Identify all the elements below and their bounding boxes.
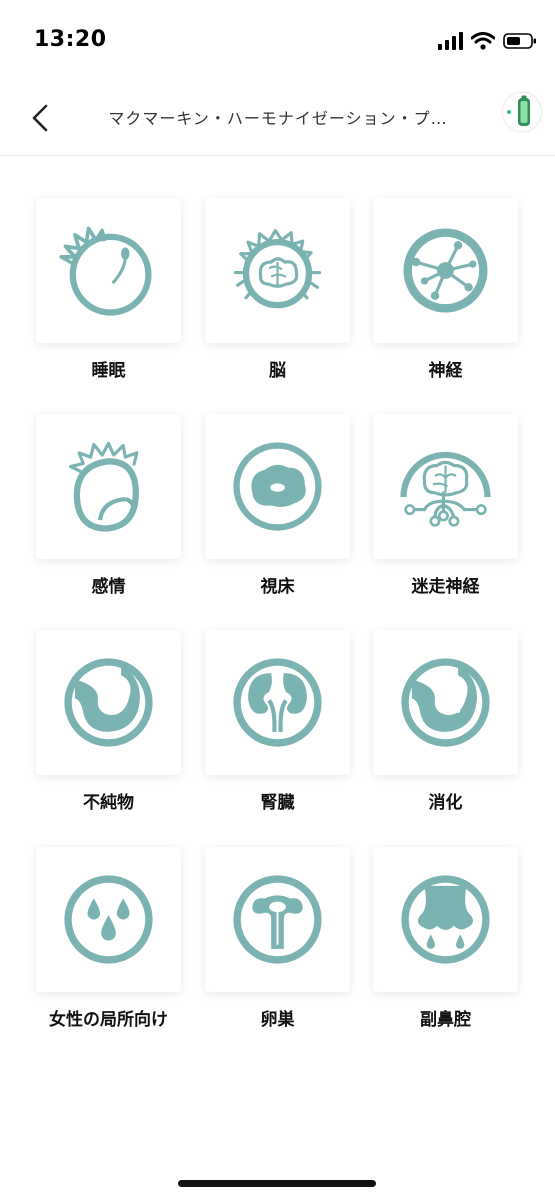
program-tile-emotion[interactable] [36,414,181,559]
page-title: マクマーキン・ハーモナイゼーション・プ… [108,109,448,128]
program-tile-brain[interactable] [205,198,350,343]
program-label-impurities: 不純物 [83,793,134,813]
program-label-ovary: 卵巣 [260,1010,295,1030]
device-battery-button[interactable] [503,93,541,131]
program-tile-vagus-nerve[interactable] [373,414,518,559]
status-bar: 13:20 [0,0,555,80]
program-tile-kidney[interactable] [205,630,350,775]
battery-icon [503,33,536,49]
status-time: 13:20 [34,27,107,52]
program-tile-sinus[interactable] [373,847,518,992]
program-label-thalamus: 視床 [260,577,295,597]
thalamus-icon [233,442,322,531]
program-tile-sleep[interactable] [36,198,181,343]
digestion-icon [401,658,490,747]
wifi-icon [471,32,495,50]
chevron-left-icon [32,104,48,132]
program-tile-digestion[interactable] [373,630,518,775]
vagus-nerve-icon [400,451,491,527]
sinus-icon [401,875,490,964]
program-label-vagus-nerve: 迷走神経 [411,577,480,597]
program-tile-impurities[interactable] [36,630,181,775]
cellular-signal-icon [438,32,463,50]
program-label-digestion: 消化 [428,793,463,813]
feminine-care-icon [64,875,153,964]
sleep-icon [59,226,152,316]
device-battery-icon [507,95,530,126]
navigation-bar: マクマーキン・ハーモナイゼーション・プ… [0,80,555,156]
program-label-sinus: 副鼻腔 [420,1010,471,1030]
brain-icon [233,229,322,309]
kidney-icon [233,658,322,747]
program-label-brain: 脳 [269,361,286,381]
status-icons [437,30,537,52]
emotion-icon [69,441,139,532]
ovary-icon [233,875,322,964]
impurities-icon [64,658,153,747]
program-label-sleep: 睡眠 [91,361,126,381]
nerve-icon [403,228,488,313]
program-tile-nerve[interactable] [373,198,518,343]
program-tile-ovary[interactable] [205,847,350,992]
program-tile-thalamus[interactable] [205,414,350,559]
program-label-feminine-care: 女性の局所向け [49,1010,168,1030]
program-tile-feminine-care[interactable] [36,847,181,992]
program-label-nerve: 神経 [428,361,463,381]
back-button[interactable] [22,98,62,138]
home-indicator[interactable] [178,1180,376,1187]
program-label-kidney: 腎臓 [260,793,295,813]
program-label-emotion: 感情 [91,577,126,597]
